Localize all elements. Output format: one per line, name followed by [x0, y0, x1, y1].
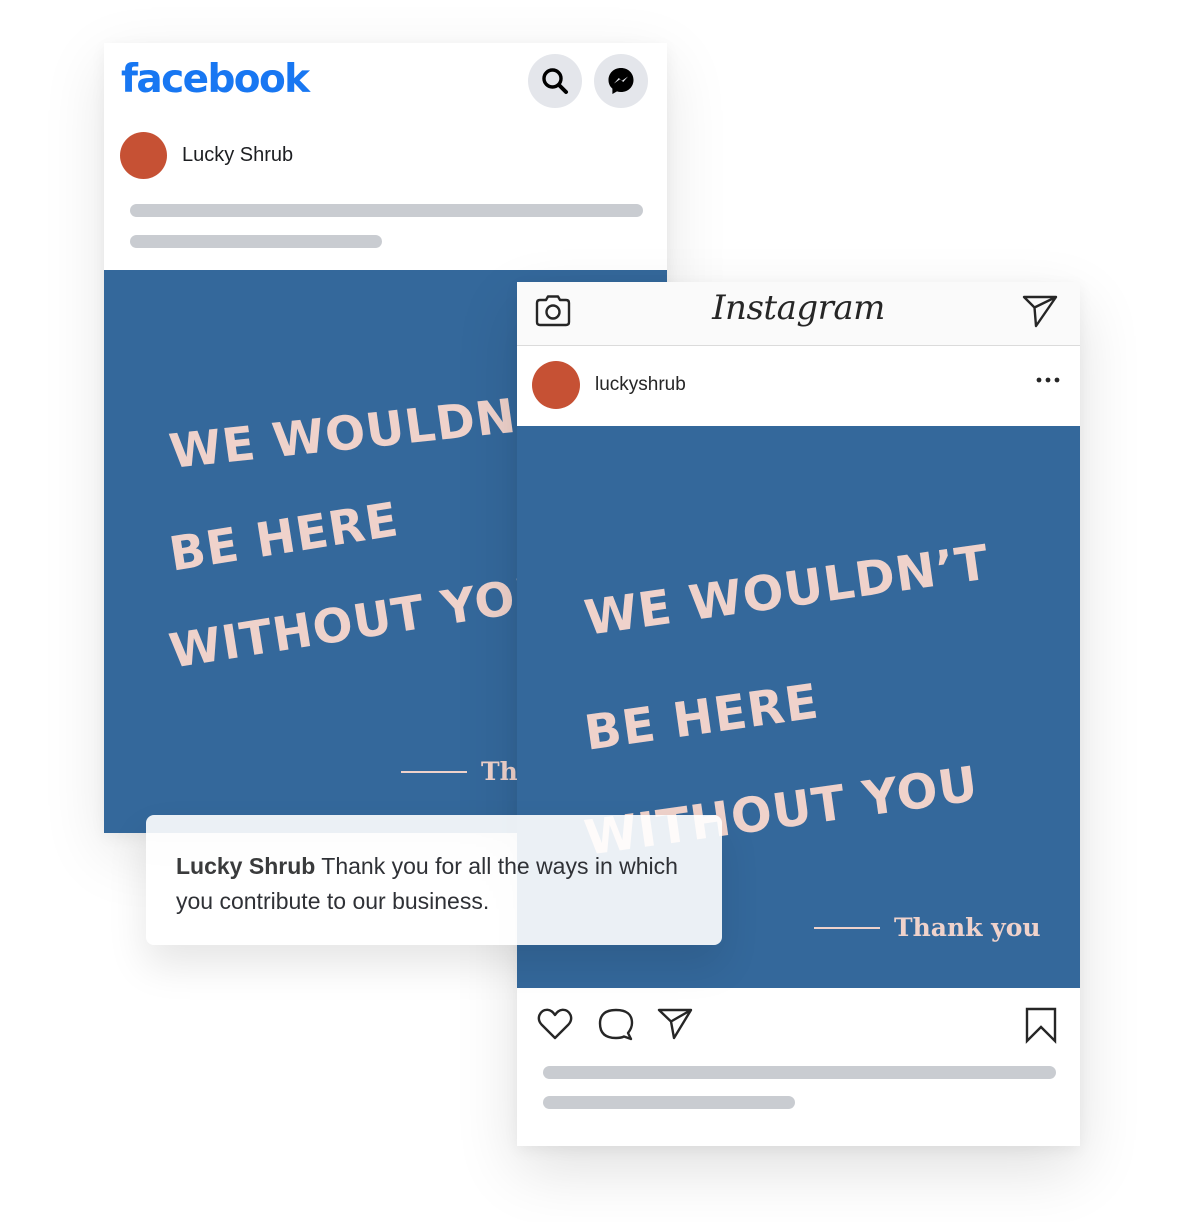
facebook-page-name[interactable]: Lucky Shrub: [182, 144, 293, 167]
share-icon[interactable]: [656, 1006, 694, 1042]
instagram-action-bar: [517, 1006, 1080, 1050]
post-caption-card: Lucky Shrub Thank you for all the ways i…: [146, 815, 722, 945]
direct-message-icon[interactable]: [1022, 294, 1058, 328]
facebook-search-button[interactable]: [528, 54, 582, 108]
text-placeholder-line: [543, 1096, 795, 1109]
heart-icon[interactable]: [536, 1006, 574, 1042]
caption-author[interactable]: Lucky Shrub: [176, 853, 315, 879]
post-headline-line: BE HERE: [581, 673, 823, 762]
facebook-messenger-button[interactable]: [594, 54, 648, 108]
post-signature: Thank you: [814, 913, 1041, 942]
signature-dash: [401, 770, 467, 773]
instagram-profile-avatar[interactable]: [532, 361, 580, 409]
signature-dash: [814, 926, 880, 929]
instagram-post-card: Instagram luckyshrub WE WOULDN’T BE HERE…: [517, 282, 1080, 1146]
text-placeholder-line: [130, 204, 643, 217]
search-icon: [542, 68, 568, 94]
bookmark-icon[interactable]: [1024, 1006, 1058, 1044]
post-headline-line: WE WOULDN’T: [581, 534, 993, 647]
post-headline-line: BE HERE: [165, 492, 403, 583]
instagram-logo[interactable]: Instagram: [517, 288, 1080, 328]
facebook-page-avatar[interactable]: [120, 132, 167, 179]
text-placeholder-line: [543, 1066, 1056, 1079]
post-headline-line: WITHOUT YOU: [165, 564, 559, 680]
instagram-header: Instagram: [517, 282, 1080, 346]
facebook-logo[interactable]: facebook: [121, 57, 310, 102]
messenger-icon: [608, 68, 634, 94]
signature-text: Thank you: [894, 913, 1041, 942]
comment-icon[interactable]: [597, 1006, 635, 1042]
more-options-icon[interactable]: [1036, 376, 1060, 384]
instagram-username[interactable]: luckyshrub: [595, 374, 686, 396]
post-headline-line: WE WOULDN’T: [166, 383, 572, 480]
text-placeholder-line: [130, 235, 382, 248]
